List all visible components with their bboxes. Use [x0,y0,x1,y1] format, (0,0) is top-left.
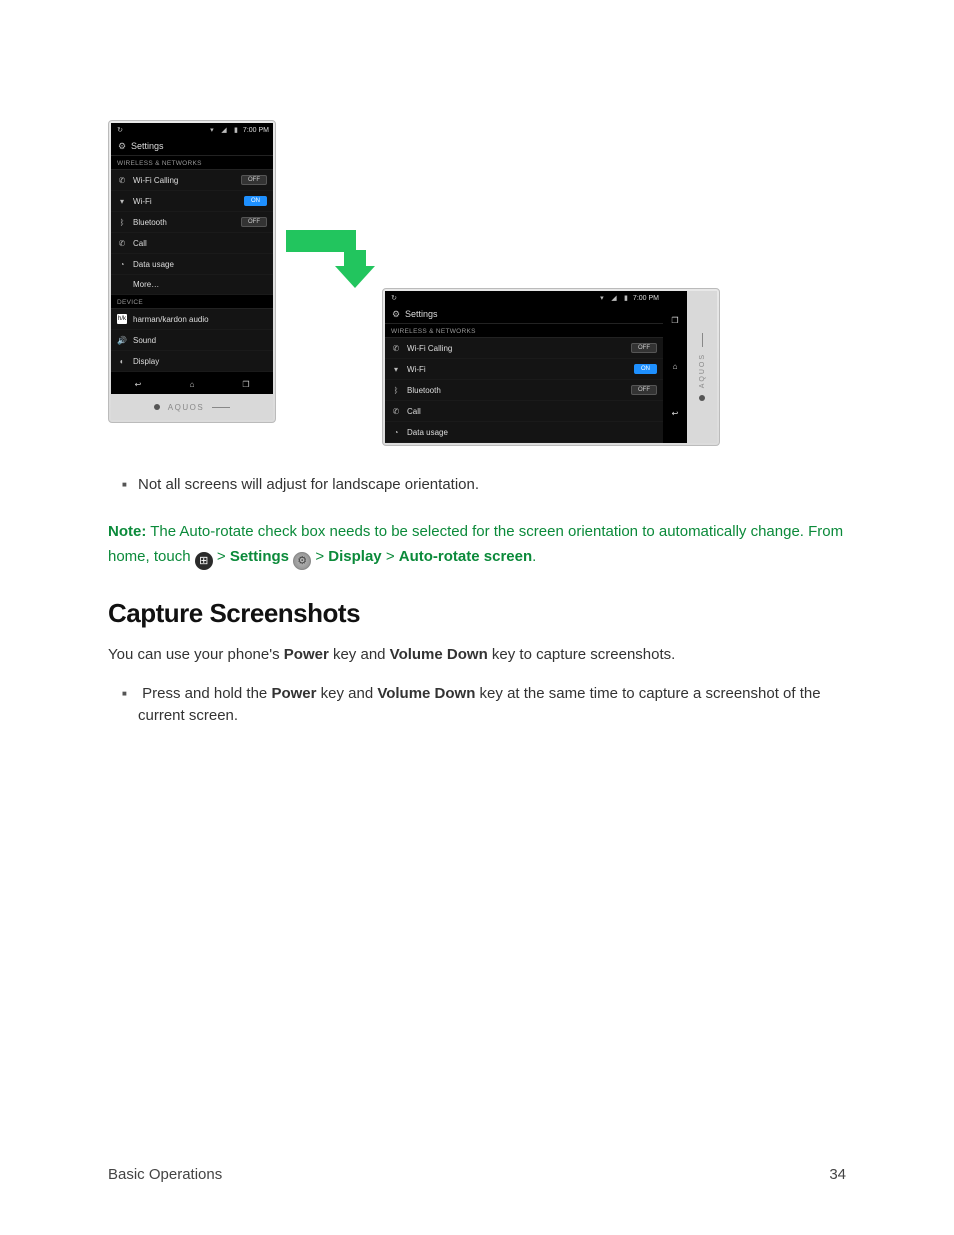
row-wifi-calling[interactable]: ✆Wi-Fi Calling OFF [111,170,273,191]
sync-icon: ↻ [389,293,399,303]
phone-portrait-screen: ↻ ▾ ◢ ▮ 7:00 PM ⚙ Settings WIRELESS & NE… [111,123,273,394]
signal-icon: ◢ [219,125,229,135]
toggle-off[interactable]: OFF [241,175,267,185]
settings-header: ⚙ Settings [385,305,663,324]
status-bar: ↻ ▾ ◢ ▮ 7:00 PM [385,291,663,305]
note-label: Note: [108,523,146,540]
wifi-icon: ▾ [391,364,401,374]
settings-title: Settings [405,309,438,319]
brand-label: AQUOS [168,403,204,412]
battery-icon: ▮ [621,293,631,303]
row-hk-audio[interactable]: h/kharman/kardon audio [111,309,273,330]
nav-bar-vertical: ❐ ⌂ ↩ [663,291,687,443]
data-usage-icon: ◔ [391,427,401,437]
bullet-item: Not all screens will adjust for landscap… [138,474,846,497]
kw-display: Display [328,548,381,565]
kw-power: Power [271,685,316,702]
camera-dot-icon [154,404,160,410]
speaker-line-icon [212,407,230,408]
data-usage-icon: ◔ [117,259,127,269]
back-icon[interactable]: ↩ [672,409,679,418]
footer-page-number: 34 [829,1166,846,1183]
recent-icon[interactable]: ❐ [234,378,258,390]
camera-dot-icon [699,395,705,401]
row-data-usage[interactable]: ◔Data usage [385,422,663,443]
capture-paragraph: You can use your phone's Power key and V… [108,643,846,666]
figure-orientation: ↻ ▾ ◢ ▮ 7:00 PM ⚙ Settings WIRELESS & NE… [108,120,846,446]
signal-icon: ◢ [609,293,619,303]
footer-left: Basic Operations [108,1166,222,1183]
kw-autorotate: Auto-rotate screen [399,548,532,565]
kw-volume-down: Volume Down [377,685,475,702]
section-wireless: WIRELESS & NETWORKS [385,324,663,338]
note-paragraph: Note: The Auto-rotate check box needs to… [108,519,846,571]
toggle-on[interactable]: ON [244,196,267,206]
wifi-status-icon: ▾ [597,293,607,303]
phone-icon: ✆ [391,406,401,416]
nav-bar: ↩ ⌂ ❐ [111,372,273,394]
sound-icon: 🔊 [117,335,127,345]
kw-power: Power [284,646,329,663]
home-icon[interactable]: ⌂ [673,362,678,371]
settings-gear-icon: ⚙ [293,552,311,570]
back-icon[interactable]: ↩ [126,378,150,390]
gear-icon: ⚙ [117,141,127,151]
phone-landscape: ↻ ▾ ◢ ▮ 7:00 PM ⚙ Settings [382,288,720,446]
row-wifi[interactable]: ▾Wi-Fi ON [111,191,273,212]
brand-label: AQUOS [699,353,706,388]
bullet-item: Press and hold the Power key and Volume … [138,683,846,728]
hk-icon: h/k [117,314,127,324]
bluetooth-icon: ᛒ [391,385,401,395]
wifi-status-icon: ▾ [207,125,217,135]
kw-volume-down: Volume Down [390,646,488,663]
status-bar: ↻ ▾ ◢ ▮ 7:00 PM [111,123,273,137]
bullet-list-2: Press and hold the Power key and Volume … [108,683,846,728]
row-display[interactable]: ◐Display [111,351,273,372]
row-wifi[interactable]: ▾Wi-Fi ON [385,359,663,380]
home-icon[interactable]: ⌂ [180,378,204,390]
toggle-off[interactable]: OFF [241,217,267,227]
row-wifi-calling[interactable]: ✆Wi-Fi Calling OFF [385,338,663,359]
kw-settings: Settings [230,548,289,565]
phone-portrait: ↻ ▾ ◢ ▮ 7:00 PM ⚙ Settings WIRELESS & NE… [108,120,276,423]
page-footer: Basic Operations 34 [108,1166,846,1183]
toggle-off[interactable]: OFF [631,385,657,395]
bluetooth-icon: ᛒ [117,217,127,227]
status-time: 7:00 PM [243,127,269,134]
row-sound[interactable]: 🔊Sound [111,330,273,351]
status-time: 7:00 PM [633,295,659,302]
display-icon: ◐ [117,356,127,366]
section-device: DEVICE [111,295,273,309]
row-call[interactable]: ✆Call [111,233,273,254]
battery-icon: ▮ [231,125,241,135]
phone-landscape-wrap: ↻ ▾ ◢ ▮ 7:00 PM ⚙ Settings [382,288,720,446]
settings-header: ⚙ Settings [111,137,273,156]
apps-grid-icon: ⊞ [195,552,213,570]
row-call[interactable]: ✆Call [385,401,663,422]
row-more[interactable]: More… [111,275,273,295]
bezel-bottom: AQUOS [111,394,273,420]
settings-title: Settings [131,141,164,151]
row-bluetooth[interactable]: ᛒBluetooth OFF [111,212,273,233]
section-heading-capture: Capture Screenshots [108,598,846,629]
bullet-list-1: Not all screens will adjust for landscap… [108,474,846,497]
wifi-icon: ▾ [117,196,127,206]
toggle-on[interactable]: ON [634,364,657,374]
row-data-usage[interactable]: ◔Data usage [111,254,273,275]
toggle-off[interactable]: OFF [631,343,657,353]
wifi-calling-icon: ✆ [391,343,401,353]
wifi-calling-icon: ✆ [117,175,127,185]
page: ↻ ▾ ◢ ▮ 7:00 PM ⚙ Settings WIRELESS & NE… [0,0,954,728]
bezel-right: AQUOS [687,291,717,443]
phone-landscape-screen: ↻ ▾ ◢ ▮ 7:00 PM ⚙ Settings [385,291,687,443]
section-wireless: WIRELESS & NETWORKS [111,156,273,170]
phone-icon: ✆ [117,238,127,248]
sync-icon: ↻ [115,125,125,135]
row-bluetooth[interactable]: ᛒBluetooth OFF [385,380,663,401]
speaker-line-icon [702,333,703,347]
gear-icon: ⚙ [391,309,401,319]
rotate-arrow-icon [286,230,378,290]
recent-icon[interactable]: ❐ [671,316,678,325]
